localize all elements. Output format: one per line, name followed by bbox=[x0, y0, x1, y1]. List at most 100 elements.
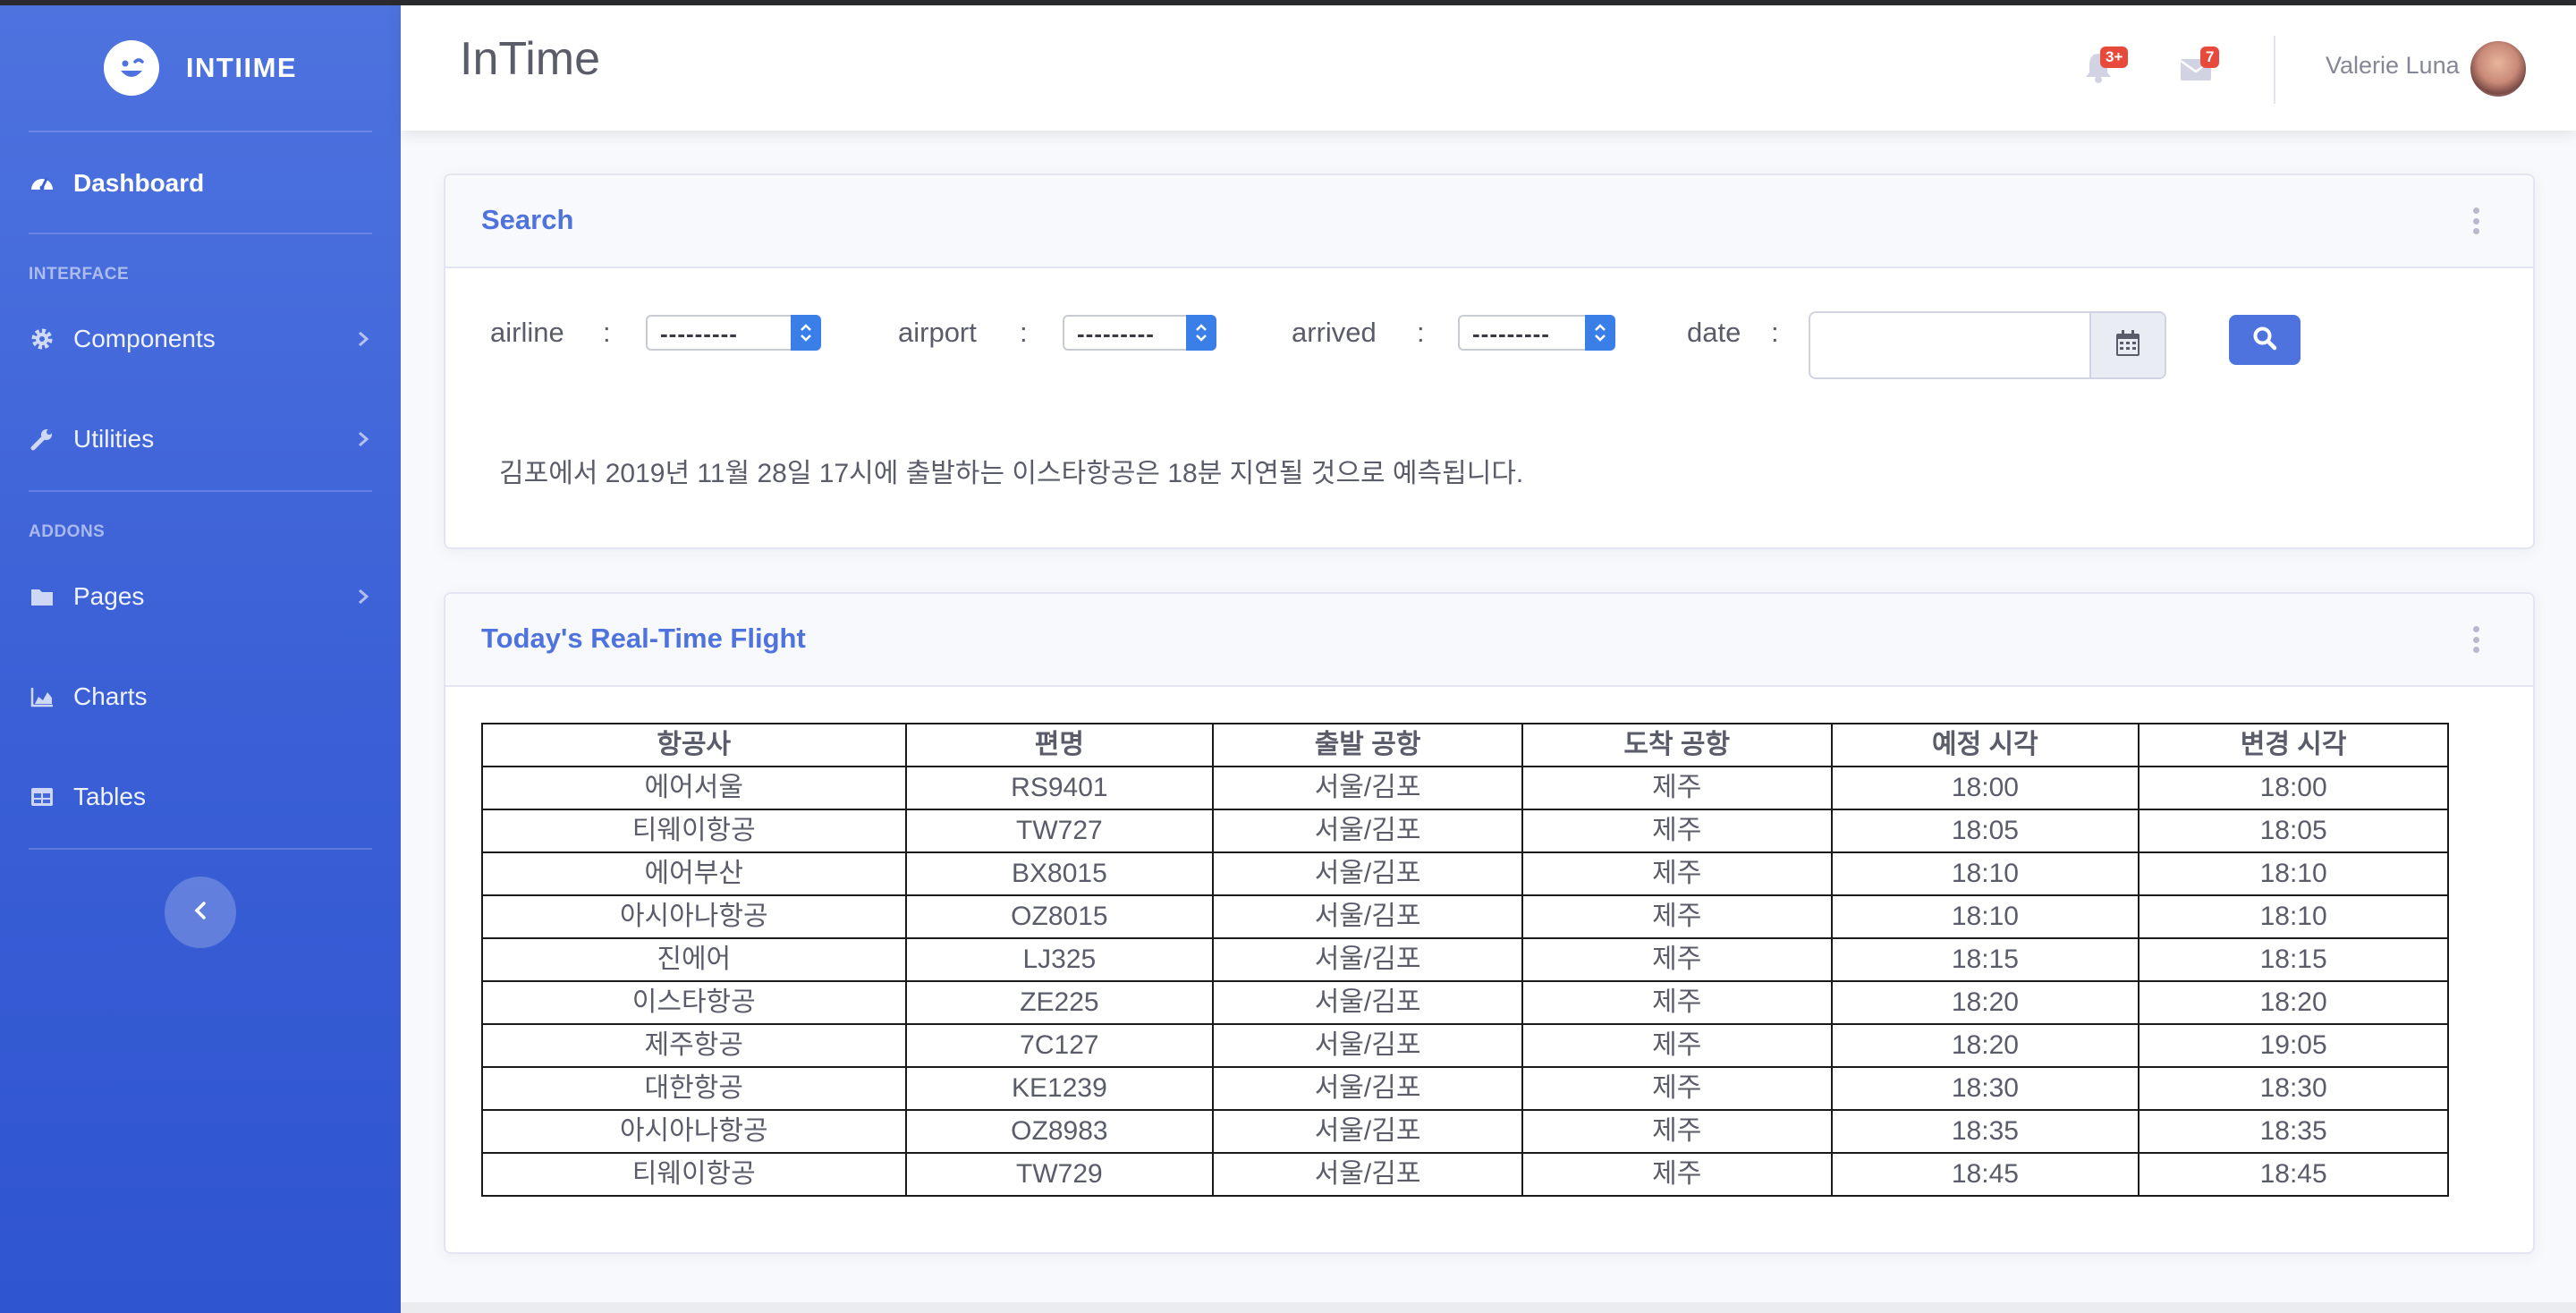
table-row: 제주항공 7C127 서울/김포 제주 18:20 19:05 bbox=[481, 1023, 2449, 1068]
ellipsis-vertical-icon[interactable] bbox=[2472, 208, 2479, 234]
sidebar-toggle-button[interactable] bbox=[165, 877, 236, 948]
table-cell: 제주 bbox=[1521, 894, 1833, 939]
table-row: 대한항공 KE1239 서울/김포 제주 18:30 18:30 bbox=[481, 1066, 2449, 1111]
table-row: 티웨이항공 TW727 서울/김포 제주 18:05 18:05 bbox=[481, 809, 2449, 853]
table-cell: 제주 bbox=[1521, 980, 1833, 1025]
table-cell: 18:20 bbox=[1830, 980, 2140, 1025]
search-button[interactable] bbox=[2229, 315, 2301, 365]
flights-table: 항공사 편명 출발 공항 도착 공항 예정 시각 변경 시각 에어서울 RS940… bbox=[481, 723, 2449, 1197]
table-row: 아시아나항공 OZ8983 서울/김포 제주 18:35 18:35 bbox=[481, 1109, 2449, 1154]
table-cell: 에어부산 bbox=[481, 851, 907, 896]
airport-select[interactable]: --------- bbox=[1063, 315, 1216, 351]
table-cell: 18:05 bbox=[2138, 809, 2449, 853]
sidebar-item-components[interactable]: Components bbox=[29, 308, 372, 370]
table-cell: 18:10 bbox=[2138, 851, 2449, 896]
arrived-select-value: --------- bbox=[1472, 320, 1550, 347]
table-cell: 아시아나항공 bbox=[481, 1109, 907, 1154]
calendar-icon bbox=[2114, 329, 2141, 362]
card-title: Today's Real-Time Flight bbox=[481, 623, 806, 654]
table-header-row: 항공사 편명 출발 공항 도착 공항 예정 시각 변경 시각 bbox=[481, 723, 2449, 767]
search-card: Search airline : --------- airport : ---… bbox=[444, 174, 2535, 549]
arrived-select[interactable]: --------- bbox=[1458, 315, 1615, 351]
ellipsis-vertical-icon[interactable] bbox=[2472, 626, 2479, 653]
table-cell: 제주항공 bbox=[481, 1023, 907, 1068]
table-cell: 제주 bbox=[1521, 1152, 1833, 1197]
chevron-right-icon bbox=[354, 330, 372, 348]
tachometer-icon bbox=[29, 170, 55, 197]
table-cell: LJ325 bbox=[904, 937, 1215, 982]
sidebar-item-label: Pages bbox=[73, 582, 145, 610]
select-arrows-icon bbox=[791, 315, 821, 351]
date-input[interactable] bbox=[1809, 311, 2166, 379]
table-cell: 제주 bbox=[1521, 766, 1833, 810]
table-cell: 서울/김포 bbox=[1212, 1066, 1523, 1111]
sidebar-item-label: Tables bbox=[73, 783, 146, 810]
table-cell: 서울/김포 bbox=[1212, 766, 1523, 810]
column-header: 도착 공항 bbox=[1521, 723, 1833, 767]
table-cell: TW729 bbox=[904, 1152, 1215, 1197]
sidebar-item-pages[interactable]: Pages bbox=[29, 565, 372, 628]
column-header: 예정 시각 bbox=[1830, 723, 2140, 767]
calendar-button[interactable] bbox=[2089, 313, 2165, 377]
alerts-badge: 3+ bbox=[2100, 47, 2129, 68]
messages-button[interactable]: 7 bbox=[2179, 47, 2220, 86]
table-cell: 제주 bbox=[1521, 809, 1833, 853]
avatar[interactable] bbox=[2469, 39, 2528, 98]
sidebar-item-utilities[interactable]: Utilities bbox=[29, 408, 372, 470]
table-cell: 아시아나항공 bbox=[481, 894, 907, 939]
table-cell: 진에어 bbox=[481, 937, 907, 982]
folder-icon bbox=[29, 583, 55, 610]
table-row: 에어서울 RS9401 서울/김포 제주 18:00 18:00 bbox=[481, 766, 2449, 810]
table-cell: 7C127 bbox=[904, 1023, 1215, 1068]
topbar: InTime 3+ 7 Valerie Luna bbox=[401, 5, 2576, 131]
user-name[interactable]: Valerie Luna bbox=[2326, 52, 2460, 80]
table-cell: 서울/김포 bbox=[1212, 937, 1523, 982]
card-header: Today's Real-Time Flight bbox=[445, 594, 2533, 687]
sidebar-item-charts[interactable]: Charts bbox=[29, 665, 372, 728]
cog-icon bbox=[29, 326, 55, 352]
table-cell: 18:20 bbox=[2138, 980, 2449, 1025]
table-cell: 18:10 bbox=[1830, 851, 2140, 896]
table-cell: 18:00 bbox=[2138, 766, 2449, 810]
table-cell: 티웨이항공 bbox=[481, 1152, 907, 1197]
table-cell: TW727 bbox=[904, 809, 1215, 853]
messages-badge: 7 bbox=[2200, 47, 2220, 68]
airline-colon: : bbox=[603, 317, 611, 348]
airline-label: airline bbox=[490, 317, 564, 348]
table-cell: KE1239 bbox=[904, 1066, 1215, 1111]
sidebar-item-label: Utilities bbox=[73, 425, 155, 453]
table-cell: 제주 bbox=[1521, 937, 1833, 982]
airport-colon: : bbox=[1020, 317, 1028, 348]
table-row: 티웨이항공 TW729 서울/김포 제주 18:45 18:45 bbox=[481, 1152, 2449, 1197]
airline-select-value: --------- bbox=[660, 320, 738, 347]
flights-card: Today's Real-Time Flight 항공사 편명 출발 공항 도착… bbox=[444, 592, 2535, 1254]
envelope-icon bbox=[2179, 59, 2213, 86]
table-cell: 18:30 bbox=[1830, 1066, 2140, 1111]
airline-select[interactable]: --------- bbox=[646, 315, 821, 351]
search-icon bbox=[2251, 325, 2278, 356]
table-cell: ZE225 bbox=[904, 980, 1215, 1025]
sidebar-brand[interactable]: INTIIME bbox=[0, 5, 401, 131]
table-row: 이스타항공 ZE225 서울/김포 제주 18:20 18:20 bbox=[481, 980, 2449, 1025]
page-footer-strip bbox=[401, 1302, 2576, 1313]
sidebar-item-dashboard[interactable]: Dashboard bbox=[29, 152, 372, 215]
table-row: 에어부산 BX8015 서울/김포 제주 18:10 18:10 bbox=[481, 851, 2449, 896]
date-colon: : bbox=[1771, 317, 1779, 348]
arrived-colon: : bbox=[1417, 317, 1425, 348]
chevron-right-icon bbox=[354, 430, 372, 448]
table-cell: BX8015 bbox=[904, 851, 1215, 896]
alerts-button[interactable]: 3+ bbox=[2082, 47, 2129, 86]
sidebar-heading-addons: ADDONS bbox=[29, 522, 106, 541]
airport-label: airport bbox=[898, 317, 977, 348]
column-header: 항공사 bbox=[481, 723, 907, 767]
table-cell: 에어서울 bbox=[481, 766, 907, 810]
page-title: InTime bbox=[460, 33, 600, 85]
sidebar-divider bbox=[29, 848, 372, 850]
table-cell: 대한항공 bbox=[481, 1066, 907, 1111]
date-label: date bbox=[1687, 317, 1741, 348]
sidebar-item-tables[interactable]: Tables bbox=[29, 766, 372, 828]
select-arrows-icon bbox=[1585, 315, 1615, 351]
table-row: 진에어 LJ325 서울/김포 제주 18:15 18:15 bbox=[481, 937, 2449, 982]
sidebar-item-label: Charts bbox=[73, 682, 148, 710]
column-header: 편명 bbox=[904, 723, 1215, 767]
